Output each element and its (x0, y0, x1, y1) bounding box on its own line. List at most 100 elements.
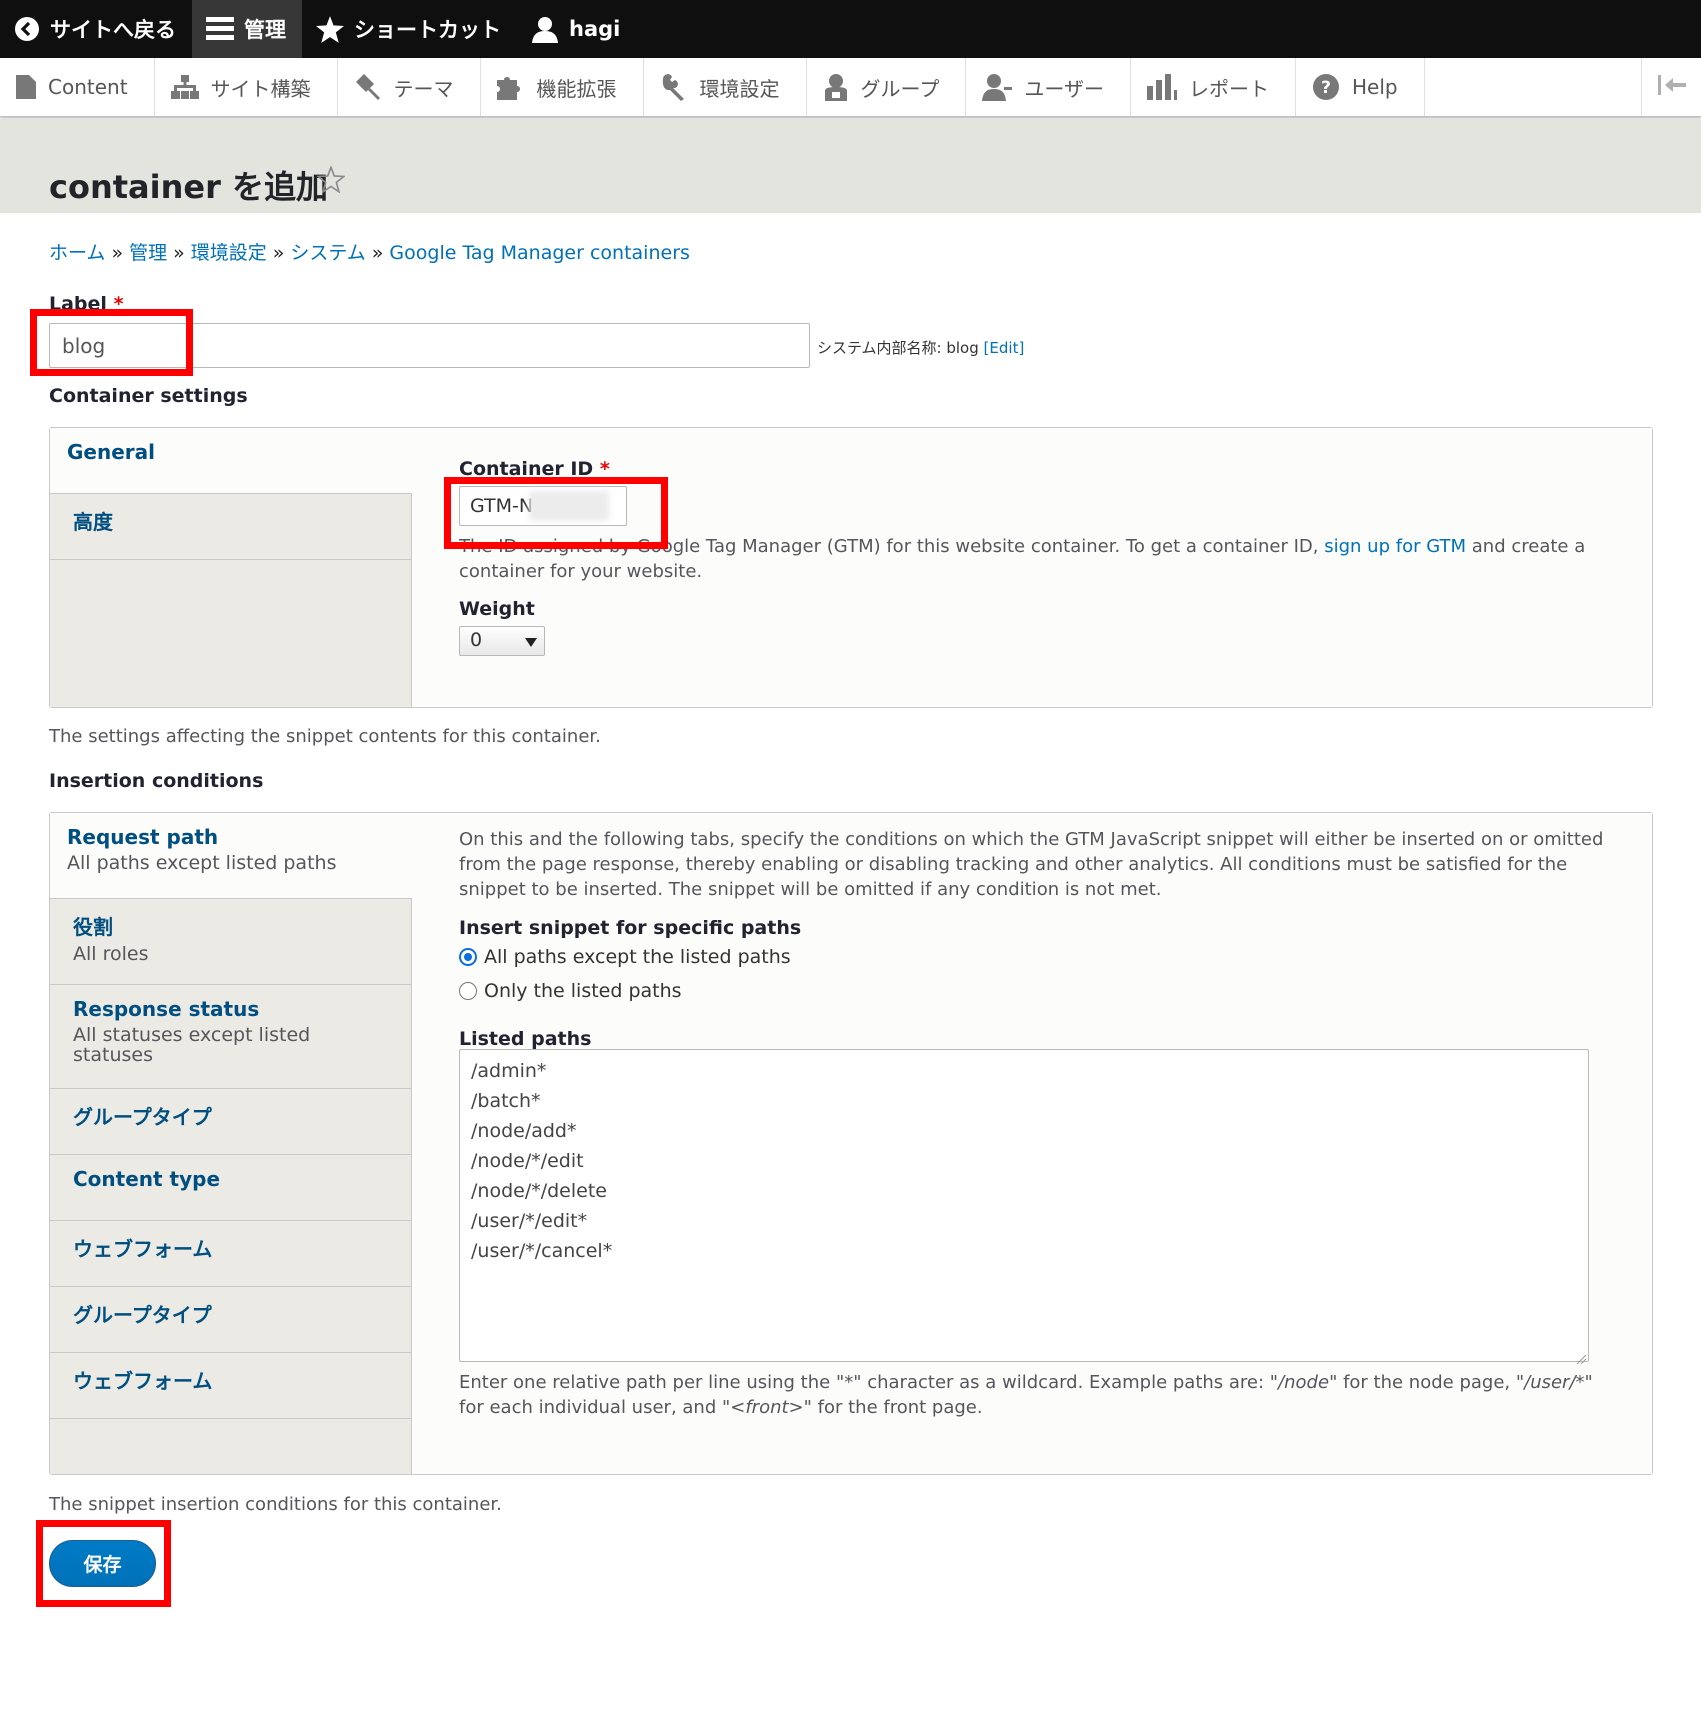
radio-button-checked[interactable] (459, 948, 477, 966)
vtab-group-type-2[interactable]: グループタイプ (50, 1287, 412, 1353)
vtab-roles[interactable]: 役割 All roles (50, 899, 412, 985)
page-header: container を追加 (0, 118, 1701, 213)
radio-all-except-listed[interactable]: All paths except the listed paths (459, 946, 791, 968)
shortcuts-label: ショートカット (354, 18, 501, 42)
tray-item-extend[interactable]: 機能拡張 (481, 58, 644, 116)
breadcrumb-home[interactable]: ホーム (49, 242, 105, 264)
help-example: /user/* (1524, 1372, 1585, 1393)
vtab-webform[interactable]: ウェブフォーム (50, 1221, 412, 1287)
highlight-box (444, 477, 668, 549)
request-path-pane: On this and the following tabs, specify … (412, 813, 1652, 1474)
star-icon (316, 15, 344, 43)
weight-select[interactable]: 0 (459, 626, 545, 656)
manage-label: 管理 (244, 18, 286, 42)
highlight-box (30, 309, 193, 376)
listed-paths-help: Enter one relative path per line using t… (459, 1370, 1609, 1420)
vertical-tab-menu: Request path All paths except listed pat… (50, 813, 412, 1474)
radio-label: Only the listed paths (484, 980, 682, 1002)
vtab-title: ウェブフォーム (73, 1237, 213, 1261)
insertion-conditions-description: The snippet insertion conditions for thi… (49, 1494, 502, 1515)
user-tab[interactable]: hagi (517, 0, 636, 58)
back-circle-icon (14, 16, 40, 42)
page-title: container を追加 (49, 168, 329, 206)
user-icon (531, 15, 559, 43)
puzzle-icon (496, 74, 525, 100)
add-shortcut-star-icon[interactable] (315, 164, 347, 197)
path-line: /admin* (471, 1060, 547, 1082)
tray-item-reports[interactable]: レポート (1131, 58, 1296, 116)
help-example: <front> (730, 1397, 804, 1418)
vtab-title: Content type (73, 1167, 221, 1191)
tray-item-label: 機能拡張 (536, 76, 617, 101)
machine-name: システム内部名称: blog [Edit] (817, 337, 1024, 358)
tray-item-label: Help (1351, 75, 1398, 99)
tray-item-people[interactable]: ユーザー (966, 58, 1131, 116)
wrench-icon (660, 73, 688, 101)
vtab-title: Request path (67, 825, 219, 849)
tray-item-structure[interactable]: サイト構築 (155, 58, 338, 116)
svg-text:?: ? (1321, 78, 1331, 98)
vtab-title: グループタイプ (73, 1303, 212, 1327)
breadcrumb-system[interactable]: システム (290, 242, 365, 264)
vtab-title: グループタイプ (73, 1105, 212, 1129)
back-to-site-link[interactable]: サイトへ戻る (0, 0, 192, 58)
group-icon (823, 73, 849, 101)
vtab-content-type[interactable]: Content type (50, 1155, 412, 1221)
path-line: /user/*/cancel* (471, 1240, 613, 1262)
breadcrumb: ホーム» 管理» 環境設定» システム» Google Tag Manager cont… (49, 238, 690, 265)
tray-collapse-button[interactable] (1641, 58, 1701, 116)
path-line: /user/*/edit* (471, 1210, 588, 1232)
machine-name-text: システム内部名称: blog (817, 339, 979, 357)
path-line: /node/*/edit (471, 1150, 584, 1172)
container-settings-tabs: General 高度 Container ID * The ID assigne… (49, 427, 1653, 708)
tray-item-group[interactable]: グループ (807, 58, 967, 116)
breadcrumb-separator: » (371, 242, 384, 264)
user-name: hagi (569, 17, 621, 41)
breadcrumb-config[interactable]: 環境設定 (191, 242, 267, 264)
path-line: /node/add* (471, 1120, 577, 1142)
vtab-title: 役割 (73, 915, 113, 939)
page-icon (16, 75, 36, 99)
machine-name-edit-link[interactable]: [Edit] (984, 339, 1025, 357)
listed-paths-textarea[interactable]: /admin* /batch* /node/add* /node/*/edit … (459, 1049, 1589, 1365)
sitemap-icon (170, 75, 199, 99)
vtab-summary: All statuses except listed statuses (73, 1024, 311, 1066)
breadcrumb-separator: » (173, 242, 185, 264)
insertion-conditions-tabs: Request path All paths except listed pat… (49, 812, 1653, 1475)
path-line: /node/*/delete (471, 1180, 607, 1202)
breadcrumb-admin[interactable]: 管理 (129, 242, 167, 264)
sign-up-gtm-link[interactable]: sign up for GTM (1324, 536, 1466, 557)
tray-item-theme[interactable]: テーマ (338, 58, 481, 116)
help-example: /node (1278, 1372, 1330, 1393)
conditions-intro: On this and the following tabs, specify … (459, 829, 1604, 900)
listed-paths-label: Listed paths (459, 1028, 592, 1050)
breadcrumb-gtm[interactable]: Google Tag Manager containers (389, 242, 690, 264)
vtab-webform-2[interactable]: ウェブフォーム (50, 1353, 412, 1419)
vtab-title: General (67, 440, 155, 464)
breadcrumb-separator: » (111, 242, 124, 264)
shortcuts-tab[interactable]: ショートカット (302, 0, 517, 58)
tray-item-label: レポート (1188, 76, 1269, 101)
help-text: " for the node page, " (1329, 1372, 1525, 1393)
tray-item-config[interactable]: 環境設定 (644, 58, 807, 116)
weight-label: Weight (459, 598, 535, 620)
manage-tab[interactable]: 管理 (192, 0, 302, 58)
tray-item-content[interactable]: Content (0, 58, 155, 116)
container-settings-description: The settings affecting the snippet conte… (49, 726, 601, 747)
vtab-general[interactable]: General (50, 428, 412, 494)
help-icon: ? (1312, 73, 1340, 101)
weight-value: 0 (470, 629, 483, 651)
vtab-title: Response status (73, 997, 260, 1021)
vtab-advanced[interactable]: 高度 (50, 494, 412, 560)
vertical-tab-menu: General 高度 (50, 428, 412, 707)
vtab-title: 高度 (73, 510, 113, 534)
vtab-request-path[interactable]: Request path All paths except listed pat… (50, 813, 412, 899)
radio-only-listed[interactable]: Only the listed paths (459, 980, 682, 1002)
resize-grip-icon[interactable] (1576, 1349, 1587, 1365)
vtab-response-status[interactable]: Response status All statuses except list… (50, 985, 412, 1089)
tray-item-help[interactable]: ? Help (1296, 58, 1425, 116)
radio-button[interactable] (459, 982, 477, 1000)
vtab-group-type[interactable]: グループタイプ (50, 1089, 412, 1155)
breadcrumb-separator: » (272, 242, 285, 264)
tray-item-label: テーマ (393, 76, 454, 101)
